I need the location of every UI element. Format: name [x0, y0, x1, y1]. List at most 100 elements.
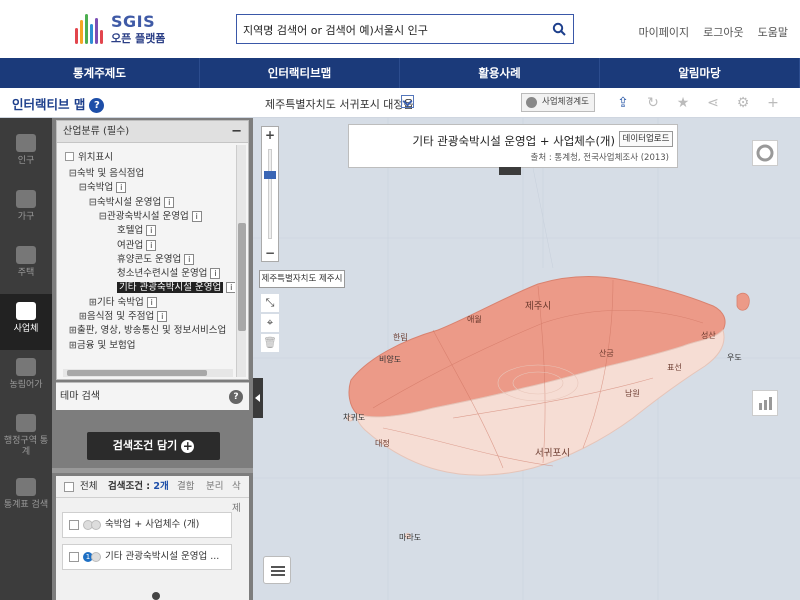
tree-toggle-icon[interactable]: ⊞: [69, 324, 77, 338]
location-dropdown-button[interactable]: [401, 95, 414, 108]
legend-collapse-tab[interactable]: [499, 167, 521, 175]
tree-item[interactable]: ⊟숙박업 i: [79, 181, 127, 195]
panel-toggle-button[interactable]: [253, 378, 263, 418]
tree-toggle-icon[interactable]: ⊟: [69, 167, 77, 181]
measure-tool-icon[interactable]: ⤡: [261, 294, 279, 312]
info-icon[interactable]: i: [184, 253, 195, 265]
place-label-sangum: 산굼: [599, 349, 614, 358]
zoom-out-button[interactable]: −: [262, 245, 278, 261]
info-icon[interactable]: i: [164, 196, 175, 208]
info-icon[interactable]: i: [116, 182, 127, 194]
place-label-daejeong: 대정: [375, 439, 390, 448]
scroll-thumb[interactable]: [67, 370, 207, 376]
select-all-checkbox[interactable]: [64, 482, 74, 492]
map-view[interactable]: 제주시 서귀포시 한림 애월 성산 대정 비양도 마라도 차귀도 우도 산굼 남…: [253, 118, 800, 600]
theme-search[interactable]: 테마 검색 ?: [56, 382, 249, 410]
delete-button[interactable]: 삭제: [232, 476, 249, 520]
drag-handle-icon[interactable]: [152, 592, 160, 600]
sgis-logo[interactable]: SGIS 오픈 플랫폼: [75, 12, 185, 46]
tree-item[interactable]: 기타 관광숙박시설 운영업 i: [109, 281, 235, 295]
trash-icon[interactable]: 🗑: [261, 334, 279, 352]
tree-item[interactable]: ⊞출판, 영상, 방송통신 및 정보서비스업: [69, 324, 226, 338]
tree-item[interactable]: ⊞음식점 및 주점업 i: [79, 310, 168, 324]
position-option-label: 위치표시: [78, 152, 113, 163]
tree-item[interactable]: ⊟관광숙박시설 운영업 i: [99, 210, 202, 224]
nav-item-stat-theme[interactable]: 통계주제도: [0, 58, 200, 88]
panel-divider[interactable]: [52, 468, 253, 473]
tree-toggle-icon[interactable]: ⊟: [79, 181, 87, 195]
nav-item-notice[interactable]: 알림마당: [600, 58, 800, 88]
condition-item[interactable]: 숙박업 + 사업체수 (개): [62, 512, 232, 538]
mypage-link[interactable]: 마이페이지: [639, 24, 690, 40]
tree-item[interactable]: ⊟숙박 및 음식점업: [69, 167, 144, 181]
condition-checkbox[interactable]: [69, 520, 79, 530]
help-icon[interactable]: ?: [89, 98, 105, 113]
add-condition-button[interactable]: 검색조건 담기 +: [87, 432, 220, 460]
sidebar-item-population[interactable]: 인구: [0, 126, 52, 182]
sidebar-item-household[interactable]: 가구: [0, 182, 52, 238]
nav-item-interactive-map[interactable]: 인터랙티브맵: [200, 58, 400, 88]
tree-item[interactable]: ⊞기타 숙박업 i: [89, 296, 157, 310]
info-icon[interactable]: i: [226, 282, 235, 294]
info-icon[interactable]: i: [191, 210, 202, 222]
refresh-icon[interactable]: ↻: [638, 93, 668, 113]
tree-item[interactable]: 휴양콘도 운영업 i: [109, 253, 195, 267]
data-download-button[interactable]: 데이터업로드: [619, 131, 673, 147]
donut-chart-button[interactable]: [752, 140, 778, 166]
split-button[interactable]: 분리: [206, 476, 223, 498]
tree-item[interactable]: ⊞금융 및 보험업: [69, 339, 135, 353]
theme-search-label: 테마 검색: [60, 391, 100, 402]
sidebar-item-business[interactable]: 사업체: [0, 294, 52, 350]
sidebar-item-admin-stats[interactable]: 행정구역 통계: [0, 406, 52, 462]
info-icon[interactable]: i: [146, 225, 157, 237]
tree-toggle-icon[interactable]: ⊞: [79, 310, 87, 324]
plus-icon[interactable]: +: [758, 93, 788, 113]
info-icon[interactable]: i: [146, 239, 157, 251]
sidebar-item-agriculture[interactable]: 농림어가: [0, 350, 52, 406]
condition-label: 숙박업 + 사업체수 (개): [105, 519, 200, 530]
position-option[interactable]: 위치표시: [65, 151, 113, 165]
collapse-icon[interactable]: −: [231, 121, 242, 143]
bar-chart-button[interactable]: [752, 390, 778, 416]
scroll-thumb[interactable]: [238, 223, 246, 331]
share-icon[interactable]: ⋖: [698, 93, 728, 113]
place-label-seongsan: 성산: [701, 331, 716, 340]
condition-checkbox[interactable]: [69, 552, 79, 562]
tree-toggle-icon[interactable]: ⊟: [99, 210, 107, 224]
tree-toggle-icon[interactable]: ⊞: [89, 296, 97, 310]
search-icon[interactable]: [552, 22, 566, 36]
tree-item[interactable]: 여관업 i: [109, 239, 157, 253]
top-links: 마이페이지 로그아웃 도움말: [639, 24, 788, 40]
zoom-in-button[interactable]: +: [262, 127, 278, 143]
upload-icon[interactable]: ⇪: [608, 93, 638, 113]
info-icon[interactable]: i: [157, 311, 168, 322]
menu-list-button[interactable]: [263, 556, 291, 584]
help-link[interactable]: 도움말: [758, 24, 788, 40]
tree-horizontal-scrollbar[interactable]: [63, 369, 233, 377]
tree-item[interactable]: 호텔업 i: [109, 224, 157, 238]
logout-link[interactable]: 로그아웃: [703, 24, 743, 40]
tree-header[interactable]: 산업분류 (필수) −: [57, 121, 248, 143]
zoom-slider-thumb[interactable]: [264, 171, 276, 179]
tree-item[interactable]: ⊟숙박시설 운영업 i: [89, 196, 175, 210]
checkbox[interactable]: [65, 152, 74, 161]
search-input[interactable]: [243, 20, 543, 40]
place-label-marado: 마라도: [399, 533, 422, 542]
marker-tool-icon[interactable]: ⌖: [261, 314, 279, 332]
info-icon[interactable]: i: [210, 268, 221, 280]
condition-item[interactable]: 1 기타 관광숙박시설 운영업 ...: [62, 544, 232, 570]
info-icon[interactable]: i: [146, 296, 157, 308]
boundary-button[interactable]: 사업체경계도: [521, 93, 595, 112]
gear-icon[interactable]: ⚙: [728, 93, 758, 113]
sidebar-item-housing[interactable]: 주택: [0, 238, 52, 294]
help-icon[interactable]: ?: [229, 390, 243, 404]
sidebar-item-table-search[interactable]: 통계표 검색: [0, 470, 52, 526]
tree-toggle-icon[interactable]: ⊞: [69, 339, 77, 353]
nav-item-use-cases[interactable]: 활용사례: [400, 58, 600, 88]
tree-toggle-icon[interactable]: ⊟: [89, 196, 97, 210]
combine-button[interactable]: 결합: [177, 476, 194, 498]
star-icon[interactable]: ★: [668, 93, 698, 113]
tree-vertical-scrollbar[interactable]: [236, 145, 246, 377]
tree-item[interactable]: 청소년수련시설 운영업 i: [109, 267, 221, 281]
zoom-slider[interactable]: [268, 149, 272, 239]
